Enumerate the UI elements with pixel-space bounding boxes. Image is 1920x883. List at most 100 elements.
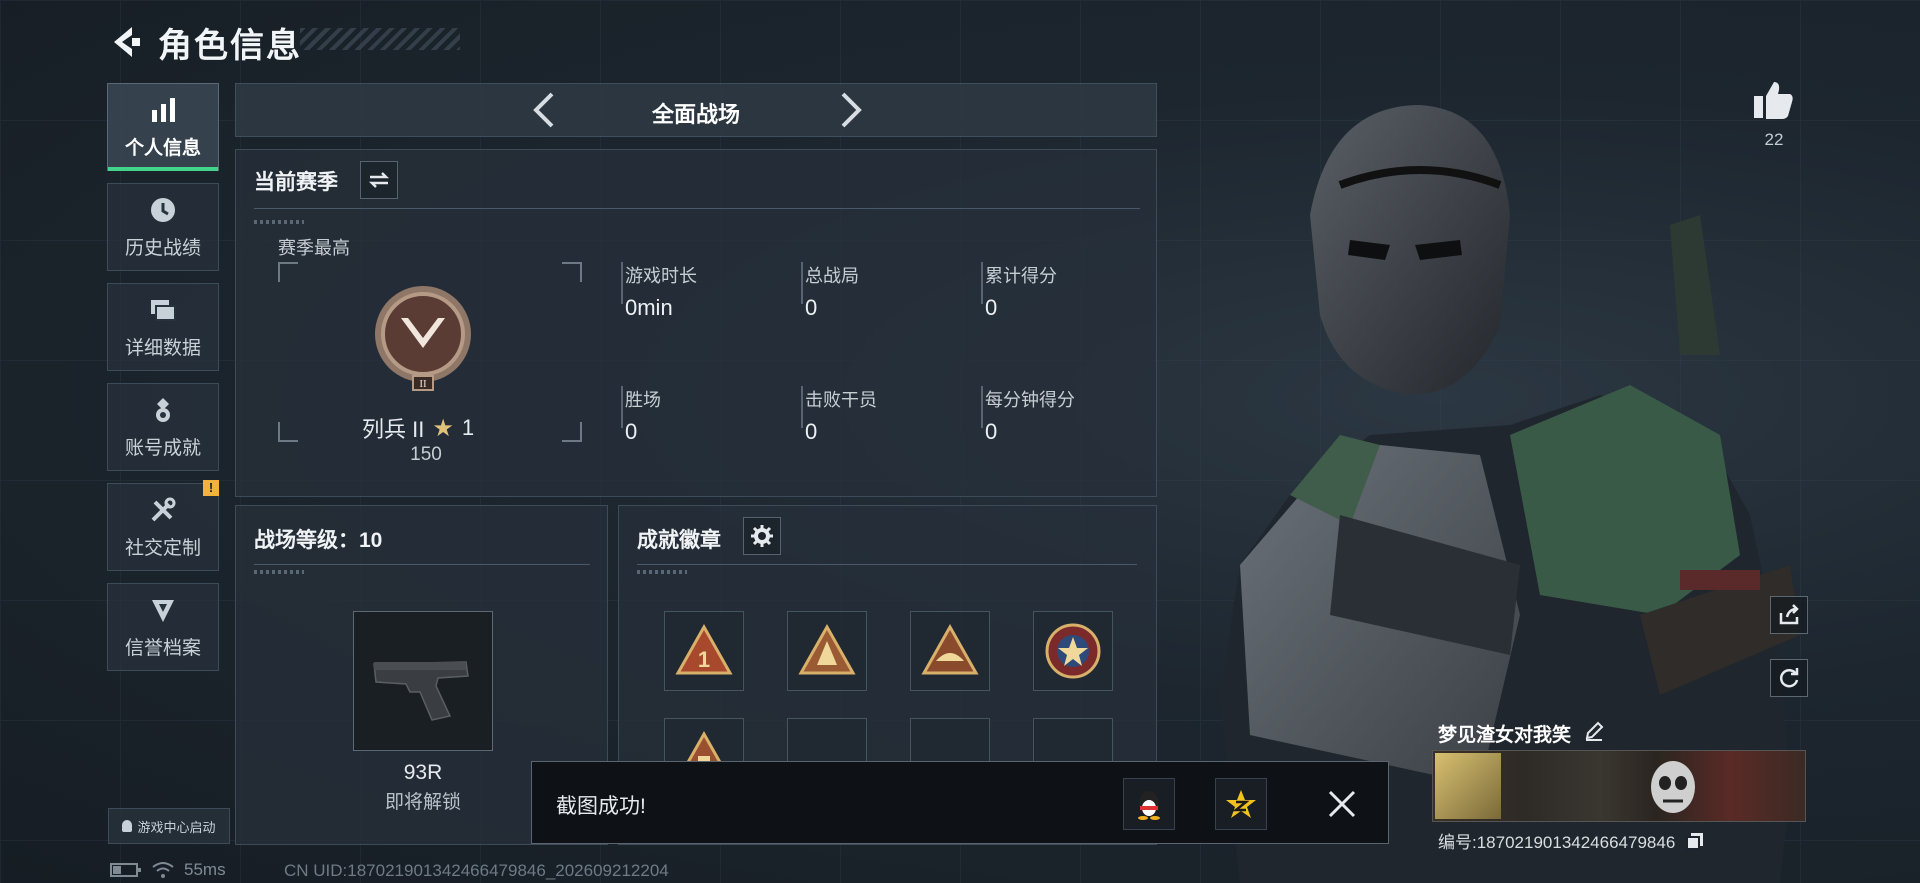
sidebar-item-label: 社交定制 bbox=[124, 537, 201, 559]
screenshot-toast: 截图成功! bbox=[531, 761, 1389, 844]
username-row: 梦见渣女对我笑 bbox=[1438, 720, 1604, 747]
banner-skull-art bbox=[1651, 761, 1695, 813]
share-icon bbox=[1779, 604, 1799, 625]
tick-decoration bbox=[254, 220, 304, 224]
back-button[interactable] bbox=[108, 24, 144, 60]
badge-slot[interactable] bbox=[787, 611, 867, 691]
sidebar-item-personal-info[interactable]: 个人信息 bbox=[107, 83, 219, 171]
frame-corner bbox=[562, 262, 582, 282]
sidebar-item-label: 信誉档案 bbox=[124, 637, 201, 659]
sidebar-item-label: 历史战绩 bbox=[124, 237, 201, 259]
weapon-name: 93R bbox=[403, 761, 443, 784]
triangle-badge-icon bbox=[798, 623, 856, 675]
close-icon bbox=[1328, 790, 1356, 818]
unlock-text: 即将解锁 bbox=[384, 792, 461, 813]
season-best-label: 赛季最高 bbox=[278, 238, 350, 258]
sidebar-item-social-custom[interactable]: 社交定制 bbox=[107, 483, 219, 571]
swap-icon bbox=[368, 172, 390, 188]
player-id: 编号:18702190134246647984​6 bbox=[1438, 833, 1676, 852]
sidebar-item-achievements[interactable]: 账号成就 bbox=[107, 383, 219, 471]
ping-value: 55ms bbox=[184, 860, 226, 879]
stat-value-kills: 0 bbox=[805, 419, 818, 444]
rank-points: 150 bbox=[410, 444, 442, 465]
season-title: 当前赛季 bbox=[254, 171, 338, 194]
stat-value-total-score: 0 bbox=[985, 295, 998, 320]
achievements-title: 成就徽章 bbox=[637, 529, 721, 552]
copy-icon bbox=[1686, 833, 1704, 851]
stat-divider bbox=[981, 386, 983, 428]
season-panel: 当前赛季 赛季最高 II 列兵 II ★ 1 150 游戏时长 0min 总战局… bbox=[235, 149, 1157, 497]
like-count: 22 bbox=[1764, 130, 1784, 149]
sidebar-item-label: 个人信息 bbox=[124, 137, 201, 159]
badge-slot[interactable] bbox=[1033, 611, 1113, 691]
sidebar-item-reputation[interactable]: 信誉档案 bbox=[107, 583, 219, 671]
stat-divider bbox=[981, 262, 983, 304]
edit-name-button[interactable] bbox=[1584, 721, 1604, 747]
stat-label-wins: 胜场 bbox=[625, 390, 661, 410]
tools-icon bbox=[148, 495, 178, 525]
title-decoration bbox=[300, 28, 460, 50]
share-qzone-button[interactable] bbox=[1215, 778, 1267, 830]
switch-season-button[interactable] bbox=[360, 161, 398, 199]
header: 角色信息 bbox=[108, 18, 302, 66]
game-center-label: 游戏中心启动 bbox=[137, 819, 216, 835]
cn-uid: CN UID:18702190134246647984​6_2026092122… bbox=[284, 861, 669, 880]
next-mode-button[interactable] bbox=[831, 92, 867, 128]
wifi-icon bbox=[152, 862, 174, 878]
badge-slot[interactable] bbox=[910, 611, 990, 691]
like-button[interactable] bbox=[1752, 78, 1796, 122]
copy-id-button[interactable] bbox=[1686, 832, 1704, 855]
stat-label-matches: 总战局 bbox=[805, 266, 859, 286]
rank-emblem: II bbox=[375, 286, 471, 391]
mode-name: 全面战场 bbox=[651, 102, 740, 127]
avatar[interactable] bbox=[1435, 753, 1501, 819]
username: 梦见渣女对我笑 bbox=[1438, 725, 1572, 746]
divider bbox=[254, 208, 1140, 209]
divider bbox=[637, 564, 1137, 565]
frame-corner bbox=[278, 422, 298, 442]
triangle-badge-icon: 1 bbox=[675, 623, 733, 675]
uid-row: 编号:18702190134246647984​6 bbox=[1438, 828, 1704, 855]
pistol-icon bbox=[373, 661, 469, 721]
back-arrow-icon bbox=[114, 27, 140, 57]
edit-pencil-icon bbox=[1586, 721, 1604, 741]
share-qq-button[interactable] bbox=[1123, 778, 1175, 830]
folder-icon bbox=[148, 295, 178, 325]
bar-chart-icon bbox=[148, 95, 178, 125]
sidebar-item-detailed-data[interactable]: 详细数据 bbox=[107, 283, 219, 371]
frame-corner bbox=[562, 422, 582, 442]
stat-value-matches: 0 bbox=[805, 295, 818, 320]
weapon-unlock-card[interactable] bbox=[353, 611, 493, 751]
qzone-star-icon bbox=[1226, 790, 1256, 818]
bell-icon bbox=[122, 820, 133, 832]
rank-row: 列兵 II ★ 1 bbox=[362, 412, 474, 444]
rank-name: 列兵 II bbox=[362, 417, 425, 442]
notification-badge: ! bbox=[203, 480, 219, 496]
game-center-button[interactable]: 游戏中心启动 bbox=[108, 808, 230, 844]
gear-icon bbox=[751, 525, 773, 547]
rank-roman: II bbox=[419, 378, 427, 390]
badge-slot[interactable]: 1 bbox=[664, 611, 744, 691]
badge-settings-button[interactable] bbox=[743, 517, 781, 555]
sidebar-item-history[interactable]: 历史战绩 bbox=[107, 183, 219, 271]
triangle-badge-icon bbox=[921, 623, 979, 675]
profile-banner bbox=[1432, 750, 1806, 822]
stat-label-total-score: 累计得分 bbox=[985, 266, 1057, 286]
refresh-button[interactable] bbox=[1770, 659, 1808, 697]
thumbs-up-icon bbox=[1754, 82, 1793, 119]
clock-icon bbox=[148, 195, 178, 225]
shield-icon bbox=[148, 595, 178, 625]
tick-decoration bbox=[637, 570, 687, 574]
stat-value-playtime: 0min bbox=[625, 295, 673, 320]
stat-value-score-per-min: 0 bbox=[985, 419, 998, 444]
stat-label-kills: 击败干员 bbox=[805, 390, 877, 410]
stat-label-score-per-min: 每分钟得分 bbox=[985, 390, 1075, 410]
share-button[interactable] bbox=[1770, 596, 1808, 634]
divider bbox=[254, 564, 590, 565]
close-toast-button[interactable] bbox=[1322, 784, 1362, 824]
frame-corner bbox=[278, 262, 298, 282]
star-icon: ★ bbox=[432, 414, 454, 442]
status-bar: 55ms bbox=[110, 860, 226, 880]
stat-divider bbox=[801, 386, 803, 428]
battery-icon bbox=[110, 863, 141, 877]
